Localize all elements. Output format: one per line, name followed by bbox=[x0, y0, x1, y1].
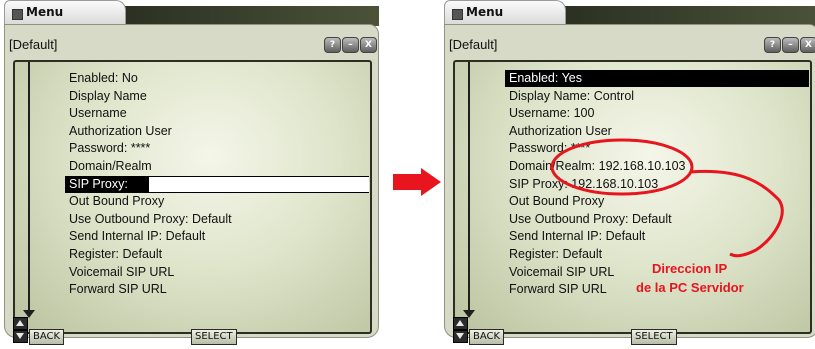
menu-item[interactable]: Out Bound Proxy bbox=[509, 193, 604, 210]
menu-item[interactable]: Enabled: No bbox=[69, 70, 138, 87]
menu-item[interactable]: Username: 100 bbox=[509, 105, 594, 122]
title-bar-background bbox=[564, 6, 815, 26]
menu-item[interactable]: Username bbox=[69, 105, 127, 122]
scroll-up-icon[interactable] bbox=[453, 317, 468, 330]
menu-item[interactable]: Authorization User bbox=[69, 123, 172, 140]
sip-proxy-input[interactable] bbox=[149, 176, 369, 192]
menu-item[interactable]: Password: **** bbox=[69, 140, 150, 157]
profile-header: [Default] bbox=[449, 37, 498, 52]
menu-item[interactable]: Display Name: Control bbox=[509, 88, 634, 105]
menu-item-selected[interactable]: Enabled: Yes bbox=[505, 70, 809, 87]
menu-item[interactable]: Domain/Realm bbox=[69, 158, 152, 175]
menu-item[interactable]: Register: Default bbox=[69, 246, 162, 263]
menu-item[interactable]: SIP Proxy: 192.168.10.103 bbox=[509, 176, 658, 193]
scroll-down-icon[interactable] bbox=[13, 330, 28, 343]
sip-proxy-label: SIP Proxy: bbox=[69, 176, 128, 191]
menu-tab[interactable]: Menu bbox=[444, 0, 566, 25]
close-button[interactable]: X bbox=[800, 37, 815, 53]
help-button[interactable]: ? bbox=[764, 37, 781, 53]
back-button[interactable]: BACK bbox=[469, 329, 505, 345]
annotation-line-1: Direccion IP bbox=[652, 261, 728, 276]
menu-item[interactable]: Forward SIP URL bbox=[69, 281, 167, 298]
menu-screen: Enabled: No Display Name Username Authoriza… bbox=[13, 60, 372, 334]
menu-item[interactable]: Use Outbound Proxy: Default bbox=[509, 211, 672, 228]
minimize-button[interactable]: – bbox=[342, 37, 359, 53]
menu-item-selected[interactable]: SIP Proxy: bbox=[65, 175, 369, 193]
scroll-down-icon[interactable] bbox=[453, 330, 468, 343]
menu-item[interactable]: Out Bound Proxy bbox=[69, 193, 164, 210]
menu-frame: [Default] ? – X Enabled: No Display Name U… bbox=[4, 24, 379, 345]
softkey-bar: BACK SELECT bbox=[13, 317, 372, 349]
select-button[interactable]: SELECT bbox=[631, 329, 677, 345]
annotation-line-2: de la PC Servidor bbox=[636, 280, 744, 295]
menu-item[interactable]: Forward SIP URL bbox=[509, 281, 607, 298]
menu-window-icon bbox=[12, 9, 23, 20]
title-bar-background bbox=[124, 6, 379, 26]
scroll-up-icon[interactable] bbox=[13, 317, 28, 330]
menu-window-before: Menu [Default] ? – X Enabled: No Display … bbox=[4, 0, 379, 345]
menu-item[interactable]: Send Internal IP: Default bbox=[69, 228, 205, 245]
scroll-indicator-line bbox=[28, 62, 30, 314]
menu-tab[interactable]: Menu bbox=[4, 0, 126, 25]
menu-item[interactable]: Register: Default bbox=[509, 246, 602, 263]
scroll-indicator-line bbox=[468, 62, 470, 314]
menu-frame: [Default] ? – X Enabled: Yes Display Name… bbox=[444, 24, 815, 345]
menu-item[interactable]: Voicemail SIP URL bbox=[509, 264, 614, 281]
back-button[interactable]: BACK bbox=[29, 329, 65, 345]
right-arrow-icon bbox=[393, 168, 441, 196]
menu-item[interactable]: Password: **** bbox=[509, 140, 590, 157]
help-button[interactable]: ? bbox=[324, 37, 341, 53]
menu-tab-label: Menu bbox=[466, 5, 504, 19]
minimize-button[interactable]: – bbox=[782, 37, 799, 53]
menu-item[interactable]: Use Outbound Proxy: Default bbox=[69, 211, 232, 228]
menu-tab-label: Menu bbox=[26, 5, 64, 19]
menu-window-icon bbox=[452, 9, 463, 20]
menu-item[interactable]: Send Internal IP: Default bbox=[509, 228, 645, 245]
menu-screen: Enabled: Yes Display Name: Control Usernam… bbox=[453, 60, 812, 334]
profile-header: [Default] bbox=[9, 37, 58, 52]
menu-item[interactable]: Domain/Realm: 192.168.10.103 bbox=[509, 158, 686, 175]
select-button[interactable]: SELECT bbox=[191, 329, 237, 345]
menu-item[interactable]: Voicemail SIP URL bbox=[69, 264, 174, 281]
menu-item[interactable]: Authorization User bbox=[509, 123, 612, 140]
close-button[interactable]: X bbox=[360, 37, 377, 53]
menu-window-after: Menu [Default] ? – X Enabled: Yes Display… bbox=[444, 0, 815, 345]
menu-item[interactable]: Display Name bbox=[69, 88, 147, 105]
softkey-bar: BACK SELECT bbox=[453, 317, 812, 349]
